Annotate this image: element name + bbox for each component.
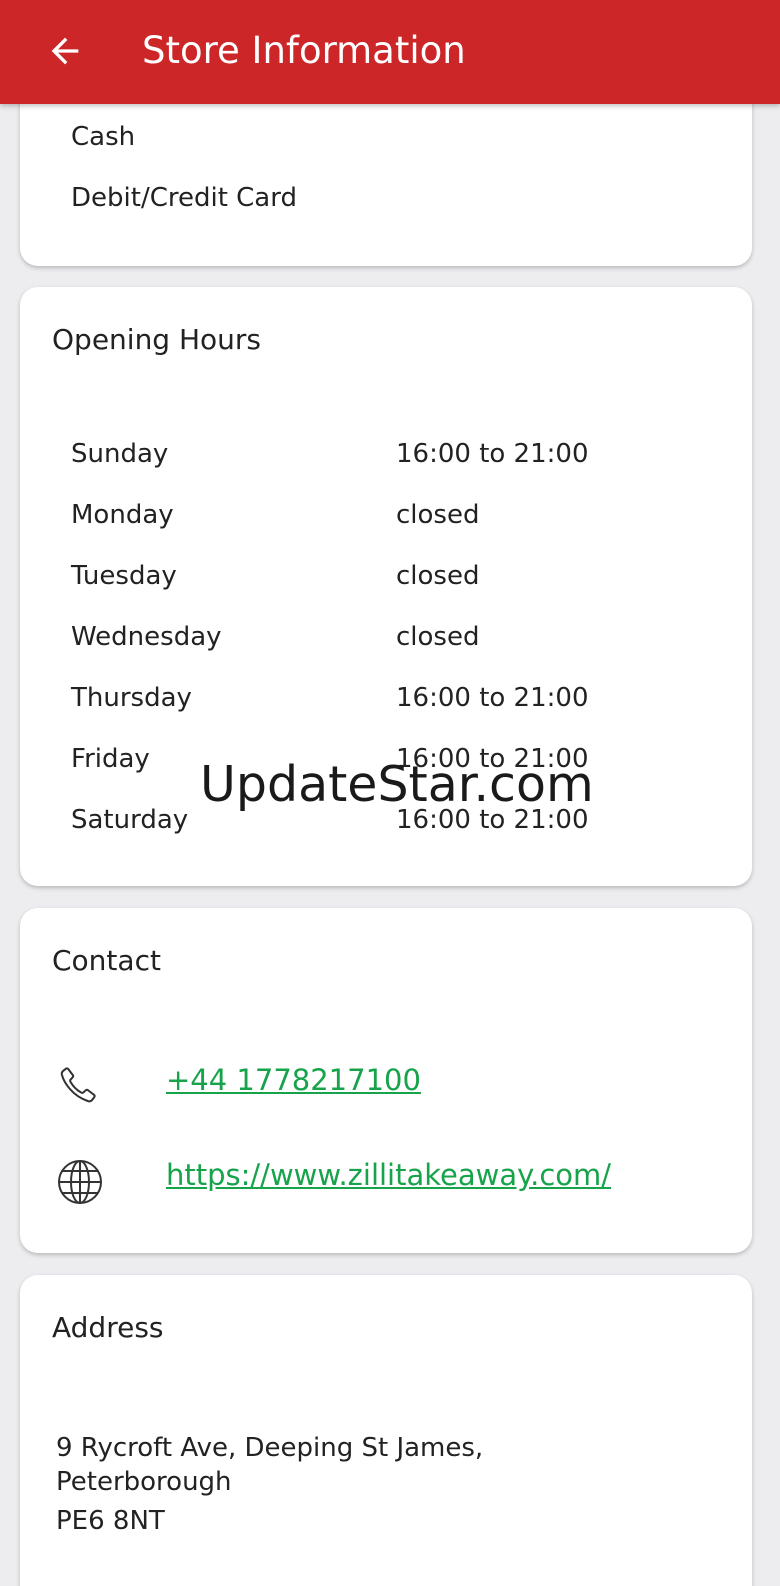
payment-method-cash: Cash [71,122,136,152]
payment-method-card: Debit/Credit Card [71,183,297,213]
globe-icon [58,1160,102,1204]
website-link[interactable]: https://www.zillitakeaway.com/ [166,1158,611,1192]
contact-card: Contact +44 1778217100 https://www.zilli… [20,908,752,1253]
day-label: Thursday [71,683,192,713]
address-line-1: 9 Rycroft Ave, Deeping St James, [56,1433,484,1463]
phone-link[interactable]: +44 1778217100 [166,1063,421,1097]
hours-value: closed [396,561,480,591]
day-label: Tuesday [71,561,177,591]
day-label: Wednesday [71,622,222,652]
address-card: Address 9 Rycroft Ave, Deeping St James,… [20,1275,752,1586]
contact-title: Contact [52,944,161,977]
phone-icon [60,1067,96,1103]
arrow-left-icon [51,37,79,65]
hours-value: closed [396,500,480,530]
app-bar: Store Information [0,0,780,104]
hours-value: 16:00 to 21:00 [396,683,589,713]
day-label: Sunday [71,439,169,469]
day-label: Saturday [71,805,189,835]
address-line-2: Peterborough [56,1467,232,1497]
address-line-3: PE6 8NT [56,1506,165,1536]
address-title: Address [52,1311,164,1344]
day-label: Friday [71,744,150,774]
day-label: Monday [71,500,174,530]
hours-value: 16:00 to 21:00 [396,439,589,469]
opening-hours-title: Opening Hours [52,323,262,356]
hours-value: closed [396,622,480,652]
watermark: UpdateStar.com [200,756,594,813]
back-button[interactable] [40,26,90,76]
payment-methods-card: Cash Debit/Credit Card [20,80,752,266]
page-title: Store Information [142,29,466,72]
